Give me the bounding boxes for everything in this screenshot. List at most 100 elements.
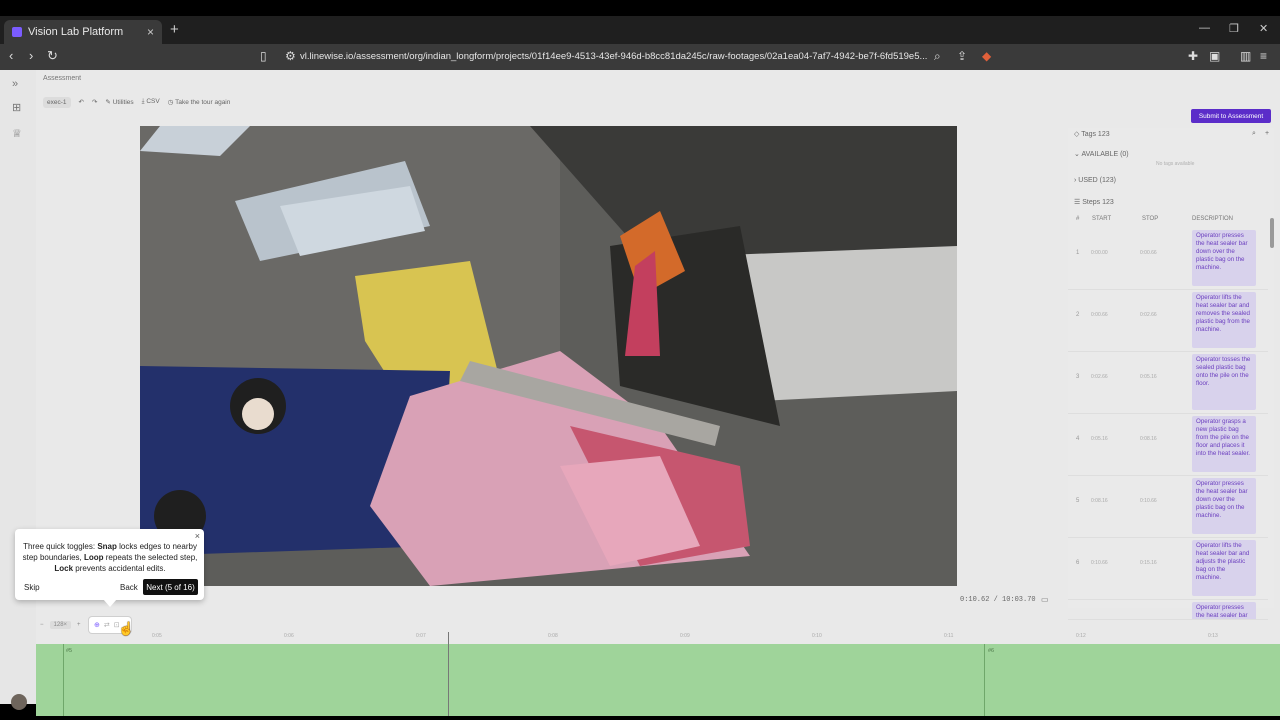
- zoom-level[interactable]: 128×: [49, 621, 72, 629]
- available-empty: No tags available: [1156, 161, 1195, 167]
- favicon-icon: [12, 27, 22, 37]
- grid-icon[interactable]: ⊞: [12, 101, 21, 114]
- step-row[interactable]: 7Operator presses the heat sealer bar: [1068, 600, 1268, 620]
- step-stop: 0:15.16: [1140, 560, 1157, 566]
- zoom-in-icon[interactable]: +: [77, 622, 81, 628]
- step-boundary[interactable]: [984, 644, 985, 716]
- step-stop: 0:08.16: [1140, 436, 1157, 442]
- step-start: 0:02.66: [1091, 374, 1108, 380]
- video-player[interactable]: [140, 126, 957, 586]
- snap-toggle-icon[interactable]: ⊕: [94, 621, 100, 629]
- tags-search-icon[interactable]: ⌕: [1252, 130, 1256, 138]
- back-icon[interactable]: ‹: [9, 48, 13, 63]
- ruler-tick: 0:10: [812, 633, 822, 639]
- step-row[interactable]: 2 0:00.66 0:02.66 Operator lifts the heat s…: [1068, 290, 1268, 352]
- close-window-icon[interactable]: ✕: [1259, 22, 1268, 35]
- tour-text-part: Three quick toggles:: [23, 542, 98, 551]
- extensions-icon[interactable]: ✚: [1188, 49, 1198, 63]
- available-section[interactable]: ⌄ AVAILABLE (0): [1074, 150, 1129, 158]
- step-stop: 0:00.66: [1140, 250, 1157, 256]
- step-description[interactable]: Operator presses the heat sealer bar dow…: [1192, 478, 1256, 534]
- step-row[interactable]: 6 0:10.66 0:15.16 Operator lifts the heat s…: [1068, 538, 1268, 600]
- tour-next-button[interactable]: Next (5 of 16): [143, 579, 198, 595]
- new-tab-button[interactable]: +: [170, 21, 179, 38]
- ruler-tick: 0:12: [1076, 633, 1086, 639]
- tour-close-icon[interactable]: ×: [195, 531, 200, 541]
- zoom-search-icon[interactable]: ⌕: [934, 49, 941, 64]
- tour-text-lock: Lock: [54, 564, 74, 574]
- maximize-icon[interactable]: ❐: [1229, 22, 1239, 35]
- tab-close-icon[interactable]: ×: [147, 25, 154, 39]
- menu-icon[interactable]: ≡: [1260, 49, 1267, 63]
- available-label: AVAILABLE (0): [1081, 151, 1129, 158]
- submit-button[interactable]: Submit to Assessment: [1191, 109, 1271, 123]
- tour-text-part: prevents accidental edits.: [73, 564, 166, 574]
- undo-icon[interactable]: ↶: [79, 98, 84, 106]
- step-stop: 0:10.66: [1140, 498, 1157, 504]
- timeline-ruler[interactable]: 0:05 0:06 0:07 0:08 0:09 0:10 0:11 0:12 …: [36, 632, 1280, 642]
- step-row[interactable]: 4 0:05.16 0:08.16 Operator grasps a new pla…: [1068, 414, 1268, 476]
- timecode: 0:10.62 / 10:03.70: [960, 596, 1036, 604]
- col-stop: STOP: [1142, 216, 1159, 222]
- sidebar-icon[interactable]: ▥: [1240, 49, 1251, 63]
- right-panel: ◇ Tags 123 ⌕ + ⌄ AVAILABLE (0) No tags a…: [1068, 128, 1274, 620]
- trophy-icon[interactable]: ♕: [12, 127, 22, 140]
- tour-back-button[interactable]: Back: [120, 583, 138, 592]
- step-row[interactable]: 5 0:08.16 0:10.66 Operator presses the heat…: [1068, 476, 1268, 538]
- step-boundary[interactable]: [63, 644, 64, 716]
- browser-tab[interactable]: Vision Lab Platform ×: [4, 20, 162, 44]
- tour-skip-button[interactable]: Skip: [24, 583, 40, 592]
- step-description[interactable]: Operator lifts the heat sealer bar and a…: [1192, 540, 1256, 596]
- wallet-icon[interactable]: ▣: [1209, 49, 1220, 63]
- step-description[interactable]: Operator grasps a new plastic bag from t…: [1192, 416, 1256, 472]
- url-text[interactable]: vl.linewise.io/assessment/org/indian_lon…: [300, 51, 927, 62]
- step-marker-label: #5: [66, 648, 73, 654]
- col-start: START: [1092, 216, 1112, 222]
- forward-icon[interactable]: ›: [29, 48, 33, 63]
- step-row[interactable]: 3 0:02.66 0:05.16 Operator tosses the seale…: [1068, 352, 1268, 414]
- step-description[interactable]: Operator tosses the sealed plastic bag o…: [1192, 354, 1256, 410]
- breadcrumb[interactable]: Assessment: [43, 75, 81, 82]
- loop-toggle-icon[interactable]: ⇄: [104, 621, 110, 629]
- tour-text: Three quick toggles: Snap locks edges to…: [21, 541, 199, 575]
- tags-header[interactable]: ◇ Tags 123: [1074, 130, 1110, 138]
- site-info-icon[interactable]: ⚙: [285, 49, 296, 63]
- used-section[interactable]: › USED (123): [1074, 177, 1116, 184]
- playhead[interactable]: [448, 632, 449, 716]
- ruler-tick: 0:05: [152, 633, 162, 639]
- tour-button[interactable]: ◷ Take the tour again: [168, 98, 231, 106]
- app-main: » ⊞ ♕ Assessment exec-1 ↶ ↷ ✎ Utilities …: [0, 70, 1280, 716]
- steps-scrollbar[interactable]: [1270, 218, 1274, 248]
- version-select[interactable]: exec-1: [43, 96, 71, 108]
- bookmark-icon[interactable]: ▯: [260, 49, 267, 63]
- redo-icon[interactable]: ↷: [92, 98, 97, 106]
- tags-add-icon[interactable]: +: [1265, 130, 1269, 137]
- hand-cursor-icon: ☝: [118, 621, 135, 636]
- ruler-tick: 0:13: [1208, 633, 1218, 639]
- csv-button[interactable]: ⤓ CSV: [142, 98, 160, 106]
- tour-tooltip: × Three quick toggles: Snap locks edges …: [15, 529, 204, 607]
- minimize-icon[interactable]: —: [1199, 22, 1210, 34]
- fullscreen-icon[interactable]: ▭: [1041, 595, 1049, 604]
- col-description: DESCRIPTION: [1192, 216, 1234, 222]
- timeline-track[interactable]: #5 #6: [36, 644, 1280, 716]
- step-description[interactable]: Operator lifts the heat sealer bar and r…: [1192, 292, 1256, 348]
- tab-strip: Vision Lab Platform × + — ❐ ✕: [0, 16, 1280, 44]
- utilities-button[interactable]: ✎ Utilities: [105, 98, 133, 106]
- share-icon[interactable]: ⇪: [957, 49, 967, 63]
- reload-icon[interactable]: ↻: [47, 48, 58, 64]
- step-description[interactable]: Operator presses the heat sealer bar dow…: [1192, 230, 1256, 286]
- step-row[interactable]: 1 0:00.00 0:00.66 Operator presses the heat…: [1068, 228, 1268, 290]
- step-stop: 0:05.16: [1140, 374, 1157, 380]
- step-start: 0:10.66: [1091, 560, 1108, 566]
- expand-icon[interactable]: »: [12, 78, 18, 90]
- step-description[interactable]: Operator presses the heat sealer bar: [1192, 602, 1256, 619]
- left-rail: » ⊞ ♕: [0, 70, 36, 704]
- ruler-tick: 0:06: [284, 633, 294, 639]
- brave-shield-icon[interactable]: ◆: [982, 49, 991, 63]
- tags-label: Tags 123: [1081, 131, 1110, 138]
- used-label: USED (123): [1078, 177, 1117, 184]
- avatar[interactable]: [11, 694, 27, 710]
- zoom-out-icon[interactable]: −: [40, 622, 44, 628]
- steps-header[interactable]: ☰ Steps 123: [1074, 198, 1114, 206]
